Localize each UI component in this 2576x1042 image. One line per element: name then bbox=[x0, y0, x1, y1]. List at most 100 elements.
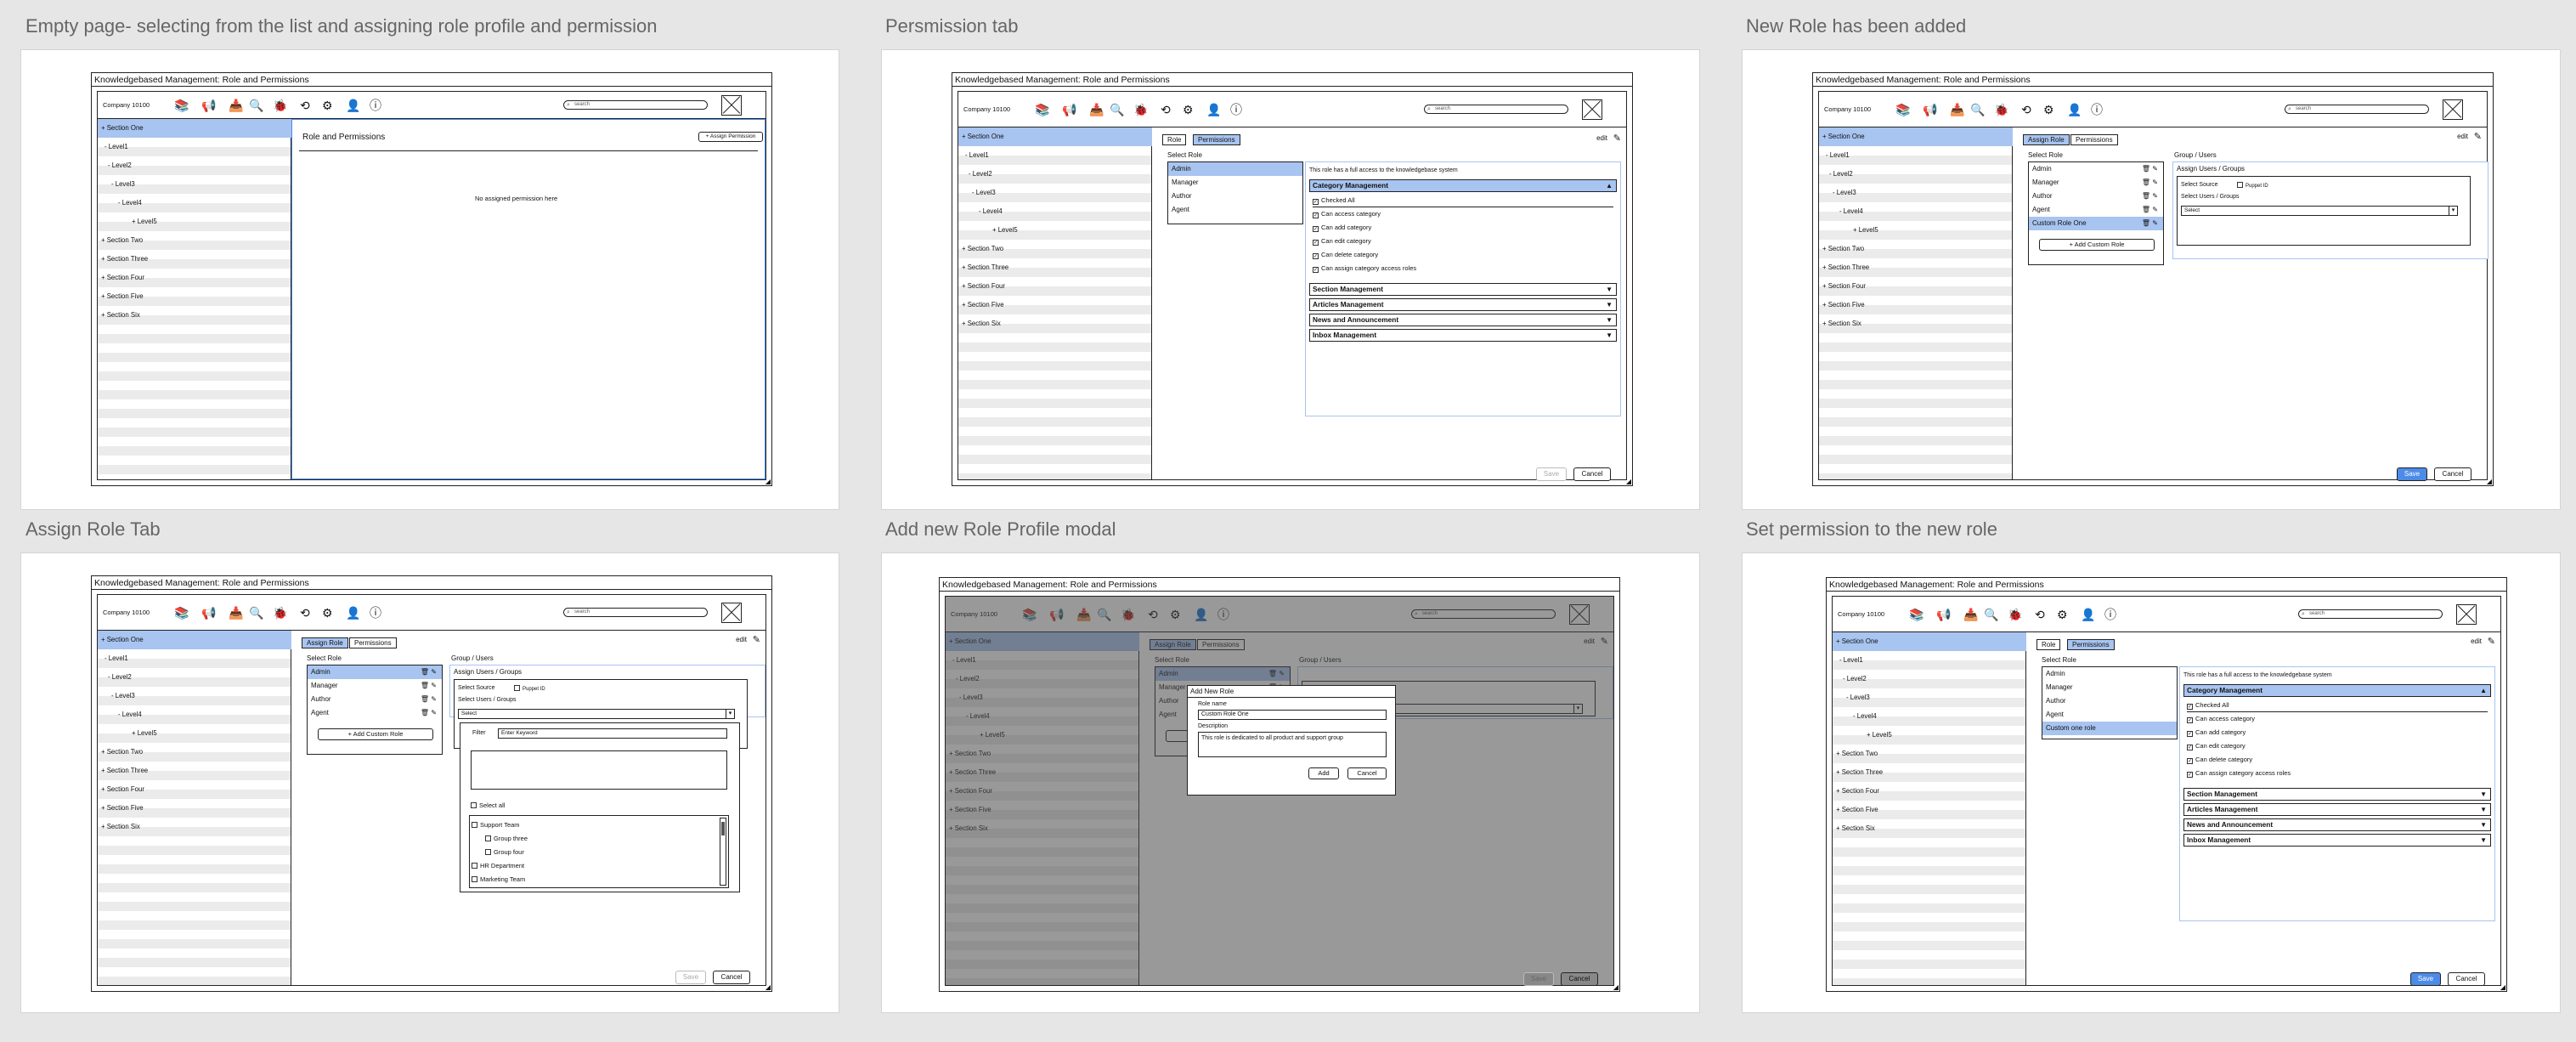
sidebar-item[interactable]: - Level1 bbox=[1833, 651, 2026, 670]
library-icon[interactable]: 📚 bbox=[174, 606, 189, 620]
help-icon[interactable]: ⓘ bbox=[370, 606, 381, 620]
add-custom-role-button[interactable]: + Add Custom Role bbox=[318, 728, 433, 740]
user-check-icon[interactable]: 👤 bbox=[1206, 103, 1221, 116]
sidebar-item[interactable]: + Section One bbox=[98, 119, 291, 138]
accordion-section[interactable]: Section Management ▼ bbox=[1309, 283, 1617, 296]
inbox-icon[interactable]: 📥 bbox=[1963, 608, 1978, 621]
resize-handle-icon[interactable]: ◢ bbox=[2500, 983, 2505, 991]
gear-icon[interactable]: ⚙ bbox=[322, 606, 333, 620]
permission-checkbox[interactable]: ✓ Can edit category bbox=[2187, 742, 2246, 750]
history-icon[interactable]: ⟲ bbox=[1161, 103, 1171, 116]
accordion-category[interactable]: Category Management ▲ bbox=[2183, 684, 2491, 697]
sidebar-item[interactable]: - Level2 bbox=[1833, 670, 2026, 688]
sidebar-item[interactable]: + Section Three bbox=[98, 250, 291, 269]
sidebar-item[interactable]: - Level4 bbox=[98, 705, 291, 724]
sidebar-item[interactable]: + Section Four bbox=[98, 780, 291, 799]
role-item[interactable]: Admin 🗑 ✎ bbox=[308, 665, 442, 679]
sidebar-item[interactable]: + Section Two bbox=[1833, 745, 2026, 763]
close-icon[interactable] bbox=[2456, 604, 2477, 625]
library-icon[interactable]: 📚 bbox=[1895, 103, 1910, 116]
search-input[interactable]: ⌕ search bbox=[2298, 609, 2443, 619]
delete-edit-icon[interactable]: 🗑 ✎ bbox=[2142, 162, 2158, 176]
accordion-category[interactable]: Category Management ▲ bbox=[1309, 179, 1617, 192]
sidebar-item[interactable]: + Level5 bbox=[1819, 221, 2013, 240]
accordion-section[interactable]: Inbox Management ▼ bbox=[2183, 834, 2491, 847]
user-check-icon[interactable]: 👤 bbox=[346, 99, 360, 112]
permission-checkbox[interactable]: ✓ Can delete category bbox=[1313, 251, 1378, 259]
search-input[interactable]: ⌕ search bbox=[563, 100, 708, 110]
gear-icon[interactable]: ⚙ bbox=[322, 99, 333, 112]
filter-input[interactable]: Enter Keyword bbox=[498, 728, 727, 739]
gear-icon[interactable]: ⚙ bbox=[2043, 103, 2054, 116]
sidebar-item[interactable]: + Section Two bbox=[1819, 240, 2013, 258]
sidebar-item[interactable]: - Level3 bbox=[958, 184, 1152, 202]
delete-edit-icon[interactable]: 🗑 ✎ bbox=[421, 693, 437, 706]
accordion-section[interactable]: Section Management ▼ bbox=[2183, 788, 2491, 801]
group-item[interactable]: Marketing Team bbox=[472, 875, 525, 883]
sidebar-item[interactable]: + Section Four bbox=[1833, 782, 2026, 801]
bug-icon[interactable]: 🐞 bbox=[2008, 608, 2022, 621]
sidebar-item[interactable]: + Level5 bbox=[1833, 726, 2026, 745]
role-item[interactable]: Agent bbox=[1168, 203, 1302, 217]
role-item[interactable]: Agent 🗑 ✎ bbox=[308, 706, 442, 720]
tab-role[interactable]: Role bbox=[1162, 134, 1187, 145]
sidebar-item[interactable]: + Section Three bbox=[1833, 763, 2026, 782]
edit-label[interactable]: edit bbox=[736, 636, 747, 643]
history-icon[interactable]: ⟲ bbox=[300, 606, 310, 620]
sidebar-item[interactable]: + Section Six bbox=[1819, 314, 2013, 333]
sidebar-item[interactable]: + Section Six bbox=[958, 314, 1152, 333]
sidebar-item[interactable]: + Section Three bbox=[98, 762, 291, 780]
user-check-icon[interactable]: 👤 bbox=[2081, 608, 2095, 621]
tab-role[interactable]: Role bbox=[2037, 639, 2061, 650]
tab-assign-role[interactable]: Assign Role bbox=[302, 637, 348, 648]
search-input[interactable]: ⌕ search bbox=[2285, 105, 2429, 114]
sidebar-item[interactable]: + Section Four bbox=[1819, 277, 2013, 296]
sidebar-item[interactable]: - Level3 bbox=[98, 175, 291, 194]
sidebar-item[interactable]: + Section Two bbox=[958, 240, 1152, 258]
puppet-id-checkbox[interactable]: Puppet ID bbox=[514, 685, 545, 692]
role-item[interactable]: Author 🗑 ✎ bbox=[2029, 190, 2163, 203]
role-item[interactable]: Author bbox=[2042, 694, 2177, 708]
assign-permission-button[interactable]: + Assign Permission bbox=[698, 132, 763, 142]
permission-checkbox[interactable]: ✓ Can assign category access roles bbox=[1313, 264, 1416, 273]
users-select[interactable]: Select ▾ bbox=[458, 709, 735, 719]
sidebar-item[interactable]: - Level2 bbox=[958, 165, 1152, 184]
permission-checkbox[interactable]: ✓ Checked All bbox=[1313, 196, 1355, 205]
help-icon[interactable]: ⓘ bbox=[370, 99, 381, 112]
bug-icon[interactable]: 🐞 bbox=[1133, 103, 1148, 116]
sidebar-item[interactable]: - Level2 bbox=[98, 668, 291, 687]
cancel-button[interactable]: Cancel bbox=[1561, 972, 1598, 986]
role-item[interactable]: Manager 🗑 ✎ bbox=[2029, 176, 2163, 190]
search-input[interactable]: ⌕ search bbox=[563, 608, 708, 617]
sidebar-item[interactable]: + Section Five bbox=[98, 287, 291, 306]
accordion-section[interactable]: News and Announcement ▼ bbox=[2183, 818, 2491, 831]
sidebar-item[interactable]: - Level1 bbox=[958, 146, 1152, 165]
sidebar-item[interactable]: - Level2 bbox=[1819, 165, 2013, 184]
role-item[interactable]: Custom Role One 🗑 ✎ bbox=[2029, 217, 2163, 230]
sidebar-item[interactable]: + Section Five bbox=[98, 799, 291, 818]
group-item[interactable]: Group four bbox=[485, 848, 524, 856]
edit-pencil-icon[interactable]: ✎ bbox=[2474, 131, 2482, 142]
save-button[interactable]: Save bbox=[675, 971, 706, 984]
sidebar-item[interactable]: + Section One bbox=[958, 127, 1152, 146]
sidebar-item[interactable]: - Level4 bbox=[1833, 707, 2026, 726]
role-item[interactable]: Custom one role bbox=[2042, 722, 2177, 735]
role-item[interactable]: Admin bbox=[2042, 667, 2177, 681]
role-item[interactable]: Author bbox=[1168, 190, 1302, 203]
inbox-icon[interactable]: 📥 bbox=[1950, 103, 1964, 116]
close-icon[interactable] bbox=[721, 603, 742, 623]
resize-handle-icon[interactable]: ◢ bbox=[1626, 478, 1631, 485]
sidebar-item[interactable]: - Level4 bbox=[1819, 202, 2013, 221]
inbox-icon[interactable]: 📥 bbox=[1089, 103, 1104, 116]
cancel-button[interactable]: Cancel bbox=[713, 971, 750, 984]
permission-checkbox[interactable]: ✓ Can access category bbox=[1313, 210, 1381, 218]
sidebar-item[interactable]: + Section Six bbox=[98, 818, 291, 836]
permission-checkbox[interactable]: ✓ Can add category bbox=[2187, 728, 2246, 737]
resize-handle-icon[interactable]: ◢ bbox=[765, 983, 771, 991]
gear-icon[interactable]: ⚙ bbox=[1183, 103, 1194, 116]
delete-edit-icon[interactable]: 🗑 ✎ bbox=[421, 665, 437, 679]
search-icon[interactable]: 🔍 bbox=[1984, 608, 1998, 621]
help-icon[interactable]: ⓘ bbox=[2091, 103, 2103, 116]
library-icon[interactable]: 📚 bbox=[1035, 103, 1049, 116]
sidebar-item[interactable]: + Section Four bbox=[98, 269, 291, 287]
